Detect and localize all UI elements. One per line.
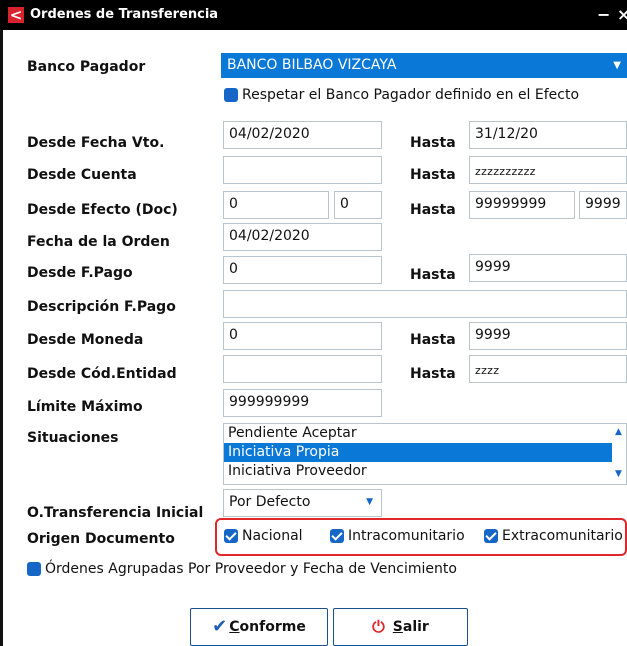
origen-label: Origen Documento [27, 531, 175, 547]
entidad-from-input[interactable] [223, 355, 382, 383]
efecto-to-input[interactable]: 99999999 [469, 191, 575, 219]
desc-fpago-input[interactable] [223, 290, 627, 318]
banco-pagador-value: BANCO BILBAO VIZCAYA [227, 57, 397, 73]
situaciones-label: Situaciones [27, 430, 119, 446]
window-title: Ordenes de Transferencia [30, 7, 219, 22]
fpago-label: Desde F.Pago [27, 265, 133, 281]
agrupadas-label: Órdenes Agrupadas Por Proveedor y Fecha … [45, 561, 457, 577]
salir-button[interactable]: ⏻ Salir [333, 608, 468, 646]
intracomunitario-checkbox[interactable]: Intracomunitario [330, 528, 465, 544]
entidad-label: Desde Cód.Entidad [27, 366, 177, 382]
fecha-vto-label: Desde Fecha Vto. [27, 135, 165, 151]
minimize-button[interactable]: − [597, 5, 610, 24]
fpago-to-input[interactable]: 9999 [469, 254, 627, 282]
moneda-from-input[interactable]: 0 [223, 322, 382, 350]
fecha-orden-input[interactable]: 04/02/2020 [223, 223, 382, 251]
scroll-up-icon[interactable]: ▲ [615, 427, 622, 437]
nacional-label: Nacional [242, 528, 303, 544]
banco-pagador-label: Banco Pagador [27, 59, 146, 75]
app-logo-icon: < [8, 6, 24, 24]
limite-input[interactable]: 999999999 [223, 389, 382, 417]
limite-label: Límite Máximo [27, 399, 143, 415]
fpago-hasta-label: Hasta [410, 267, 456, 283]
banco-pagador-select[interactable]: BANCO BILBAO VIZCAYA ▼ [221, 53, 627, 78]
entidad-to-input[interactable]: zzzz [469, 355, 627, 383]
close-button[interactable]: × [617, 5, 627, 24]
cuenta-label: Desde Cuenta [27, 167, 137, 183]
moneda-label: Desde Moneda [27, 332, 144, 348]
checkbox-checked-icon [484, 529, 498, 543]
intracomunitario-label: Intracomunitario [348, 528, 465, 544]
checkbox-checked-icon [330, 529, 344, 543]
entidad-hasta-label: Hasta [410, 366, 456, 382]
otransferencia-label: O.Transferencia Inicial [27, 505, 204, 521]
extracomunitario-label: Extracomunitario [502, 528, 623, 544]
checkbox-icon [224, 88, 238, 102]
listbox-scrollbar[interactable]: ▲ ▼ [612, 424, 626, 484]
fecha-orden-label: Fecha de la Orden [27, 234, 170, 250]
check-icon: ✔ [212, 616, 228, 637]
conforme-button[interactable]: ✔ Conforme [190, 608, 328, 646]
salir-label: alir [402, 619, 429, 635]
cuenta-to-input[interactable]: zzzzzzzzzz [469, 156, 627, 184]
window-left-border [0, 30, 3, 646]
chevron-down-icon: ▼ [366, 497, 373, 507]
fpago-from-input[interactable]: 0 [223, 256, 382, 284]
desc-fpago-label: Descripción F.Pago [27, 299, 176, 315]
efecto-label: Desde Efecto (Doc) [27, 202, 178, 218]
respetar-banco-label: Respetar el Banco Pagador definido en el… [242, 87, 580, 103]
agrupadas-checkbox[interactable]: Órdenes Agrupadas Por Proveedor y Fecha … [27, 561, 457, 577]
extracomunitario-checkbox[interactable]: Extracomunitario [484, 528, 623, 544]
power-icon: ⏻ [372, 617, 385, 636]
cuenta-hasta-label: Hasta [410, 167, 456, 183]
respetar-banco-checkbox[interactable]: Respetar el Banco Pagador definido en el… [224, 87, 579, 103]
scroll-down-icon[interactable]: ▼ [615, 469, 622, 479]
chevron-down-icon: ▼ [613, 60, 621, 71]
conforme-accel: C [229, 619, 240, 635]
cuenta-from-input[interactable] [223, 156, 382, 184]
moneda-to-input[interactable]: 9999 [469, 322, 627, 350]
fecha-vto-to-input[interactable]: 31/12/20 [469, 121, 627, 149]
list-item[interactable]: Pendiente Aceptar [224, 424, 626, 443]
nacional-checkbox[interactable]: Nacional [224, 528, 303, 544]
list-item-selected[interactable]: Iniciativa Propia [224, 443, 626, 462]
efecto-to-suffix-input[interactable]: 9999 [579, 191, 627, 219]
conforme-label: onforme [239, 619, 306, 635]
efecto-from-suffix-input[interactable]: 0 [334, 191, 382, 219]
checkbox-checked-icon [224, 529, 238, 543]
list-item[interactable]: Iniciativa Proveedor [224, 462, 626, 481]
otransferencia-select[interactable]: Por Defecto ▼ [223, 489, 382, 517]
efecto-hasta-label: Hasta [410, 202, 456, 218]
fecha-vto-from-input[interactable]: 04/02/2020 [223, 121, 382, 149]
moneda-hasta-label: Hasta [410, 332, 456, 348]
checkbox-icon [27, 562, 41, 576]
salir-accel: S [392, 619, 403, 635]
situaciones-listbox[interactable]: Pendiente Aceptar Iniciativa Propia Inic… [223, 423, 627, 485]
fecha-vto-hasta-label: Hasta [410, 135, 456, 151]
otransferencia-value: Por Defecto [229, 494, 311, 510]
efecto-from-input[interactable]: 0 [223, 191, 329, 219]
